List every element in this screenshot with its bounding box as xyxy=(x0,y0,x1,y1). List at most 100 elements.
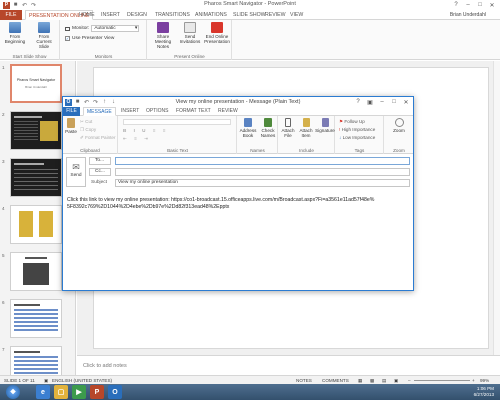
tab-insert[interactable]: INSERT xyxy=(118,107,142,116)
from-beginning-button[interactable]: From Beginning xyxy=(2,22,28,44)
subject-field[interactable]: View my online presentation xyxy=(115,179,410,187)
start-slide-show-group: From Beginning From Current Slide Start … xyxy=(0,20,60,60)
tab-transitions[interactable]: TRANSITIONS xyxy=(152,10,193,20)
language-indicator[interactable]: ENGLISH (UNITED STATES) xyxy=(52,378,112,383)
tab-review[interactable]: REVIEW xyxy=(215,107,241,116)
restore-icon[interactable]: □ xyxy=(474,0,486,10)
address-book-button[interactable]: Address Book xyxy=(238,118,258,138)
ppt-ribbon-tabs: FILE PRESENTATION ONLINE HOME INSERT DES… xyxy=(0,10,500,20)
share-meeting-notes-button[interactable]: Share Meeting Notes xyxy=(150,22,176,49)
help-icon[interactable]: ? xyxy=(352,97,364,107)
slide-thumbnail-3[interactable] xyxy=(10,158,62,197)
thumb-image xyxy=(19,211,33,237)
font-controls[interactable] xyxy=(123,119,231,125)
start-button-icon[interactable]: ❖ xyxy=(6,385,20,399)
tab-options[interactable]: OPTIONS xyxy=(143,107,172,116)
to-button[interactable]: To... xyxy=(89,157,111,165)
tab-format-text[interactable]: FORMAT TEXT xyxy=(173,107,214,116)
attach-file-label: Attach File xyxy=(281,128,295,138)
check-names-label: Check Names xyxy=(260,128,276,138)
from-current-slide-button[interactable]: From Current Slide xyxy=(31,22,57,49)
high-importance-button[interactable]: ! High Importance xyxy=(339,127,375,132)
comments-toggle[interactable]: COMMENTS xyxy=(322,378,349,383)
zoom-button[interactable]: Zoom xyxy=(386,118,412,133)
file-explorer-icon[interactable]: ▢ xyxy=(54,385,68,399)
monitor-dropdown[interactable]: Automatic ▾ xyxy=(91,25,140,32)
notes-toggle[interactable]: NOTES xyxy=(296,378,312,383)
presenter-view-checkbox[interactable]: ✓ xyxy=(65,36,70,41)
close-icon[interactable]: ✕ xyxy=(486,0,498,10)
slide-thumbnail-6[interactable] xyxy=(10,299,62,338)
check-names-button[interactable]: Check Names xyxy=(258,118,278,138)
follow-up-button[interactable]: ⚑ Follow Up xyxy=(339,119,365,125)
tab-message[interactable]: MESSAGE xyxy=(83,107,116,116)
tab-file[interactable]: FILE xyxy=(63,107,80,116)
notes-pane[interactable]: Click to add notes xyxy=(77,355,500,375)
slide-thumbnail-4[interactable] xyxy=(10,205,62,244)
attach-item-label: Attach Item xyxy=(299,128,313,138)
end-online-presentation-button[interactable]: End Online Presentation xyxy=(204,22,230,44)
low-importance-label: Low Importance xyxy=(342,135,376,140)
alignment-buttons-row[interactable]: ⇤ ≡ ⇥ xyxy=(123,136,151,142)
thumb-image xyxy=(40,121,58,141)
tab-animations[interactable]: ANIMATIONS xyxy=(192,10,230,20)
minimize-icon[interactable]: – xyxy=(376,97,388,107)
outlook-taskbar-icon[interactable]: O xyxy=(108,385,122,399)
internet-explorer-icon[interactable]: e xyxy=(36,385,50,399)
thumb-number: 5 xyxy=(2,253,5,258)
close-icon[interactable]: ✕ xyxy=(400,97,412,107)
paste-button[interactable]: Paste xyxy=(64,118,78,134)
zoom-out-icon[interactable]: – xyxy=(408,378,411,383)
cc-button[interactable]: Cc... xyxy=(89,168,111,176)
tab-file[interactable]: FILE xyxy=(0,10,22,20)
low-importance-button[interactable]: ↓ Low Importance xyxy=(339,135,375,140)
ribbon-options-icon[interactable]: ▣ xyxy=(364,97,376,107)
vertical-scrollbar[interactable] xyxy=(493,61,500,355)
presenter-view-row[interactable]: ✓ Use Presenter View xyxy=(65,36,114,41)
tab-home[interactable]: HOME xyxy=(76,10,98,20)
from-current-label: From Current Slide xyxy=(36,34,52,49)
tab-review[interactable]: REVIEW xyxy=(262,10,288,20)
taskbar-clock[interactable]: 1:06 PM 6/27/2013 xyxy=(474,386,494,398)
slide-thumbnail-1[interactable]: Pharos Smart Navigator Brian Underdahl xyxy=(10,64,62,103)
help-icon[interactable]: ? xyxy=(450,0,462,10)
signature-button[interactable]: Signature xyxy=(315,118,335,133)
invitation-icon xyxy=(184,22,196,33)
zoom-group: Zoom Zoom xyxy=(385,116,413,154)
message-body[interactable]: Click this link to view my online presen… xyxy=(67,197,407,287)
powerpoint-taskbar-icon[interactable]: P xyxy=(90,385,104,399)
send-invitations-button[interactable]: Send Invitations xyxy=(177,22,203,44)
to-field[interactable] xyxy=(115,157,410,165)
slide-thumbnail-7[interactable] xyxy=(10,346,62,375)
media-player-icon[interactable]: ▶ xyxy=(72,385,86,399)
ppt-window-controls: ? – □ ✕ xyxy=(450,0,498,10)
attach-file-button[interactable]: Attach File xyxy=(279,118,297,138)
thumb-bullets xyxy=(14,121,38,141)
format-painter-button[interactable]: ✐ Format Painter xyxy=(80,135,116,141)
cc-field[interactable] xyxy=(115,168,410,176)
subject-label: Subject xyxy=(91,180,107,185)
slide-thumbnail-5[interactable] xyxy=(10,252,62,291)
tags-group-label: Tags xyxy=(354,148,365,153)
restore-icon[interactable]: □ xyxy=(388,97,400,107)
slide-thumbnail-2[interactable] xyxy=(10,111,62,150)
zoom-slider[interactable] xyxy=(414,380,470,381)
user-name[interactable]: Brian Underdahl xyxy=(450,10,486,20)
monitor-row: Monitor: Automatic ▾ xyxy=(65,25,140,32)
tab-insert[interactable]: INSERT xyxy=(98,10,123,20)
format-buttons-row[interactable]: B I U ≡ ≡ xyxy=(123,128,168,133)
tab-design[interactable]: DESIGN xyxy=(124,10,150,20)
names-group: Address Book Check Names Names xyxy=(238,116,278,154)
copy-button[interactable]: ❐ Copy xyxy=(80,127,96,133)
cut-button[interactable]: ✂ Cut xyxy=(80,119,92,125)
attach-item-button[interactable]: Attach Item xyxy=(297,118,315,138)
thumb-bullets xyxy=(14,169,58,191)
send-button[interactable]: ✉ Send xyxy=(66,157,86,187)
message-ribbon: Paste ✂ Cut ❐ Copy ✐ Format Painter Clip… xyxy=(63,116,413,154)
zoom-level[interactable]: 99% xyxy=(480,378,489,383)
zoom-in-icon[interactable]: + xyxy=(472,378,475,383)
minimize-icon[interactable]: – xyxy=(462,0,474,10)
tab-view[interactable]: VIEW xyxy=(287,10,306,20)
thumb-text-line xyxy=(14,163,44,165)
monitor-icon xyxy=(65,26,70,31)
